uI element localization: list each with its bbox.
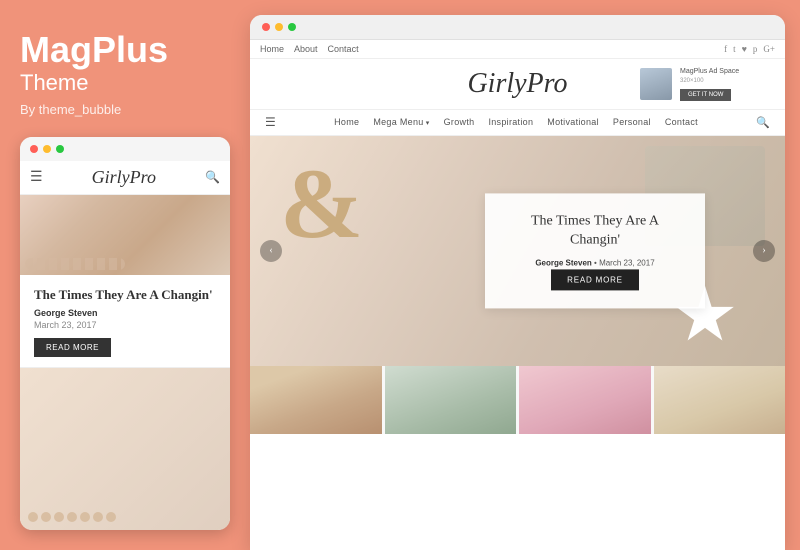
pinterest-icon[interactable]: p: [753, 44, 758, 54]
desktop-search-icon[interactable]: 🔍: [756, 116, 770, 129]
browser-top-bar: [250, 15, 785, 40]
main-nav-home[interactable]: Home: [334, 117, 359, 127]
desktop-top-nav: Home About Contact f t ♥ p G+: [250, 40, 785, 59]
thumbnail-1-image: [250, 366, 382, 434]
mobile-search-icon[interactable]: 🔍: [205, 170, 220, 185]
thumbnail-3-image: [519, 366, 651, 434]
browser-dot-red: [262, 23, 270, 31]
main-nav-contact[interactable]: Contact: [665, 117, 698, 127]
brand-type: Theme: [20, 70, 225, 96]
get-it-now-button[interactable]: GET IT NOW: [680, 89, 731, 101]
mobile-article-card: The Times They Are A Changin' George Ste…: [20, 275, 230, 369]
browser-dot-yellow: [275, 23, 283, 31]
desktop-header: GirlyPro MagPlus Ad Space 320×100 GET IT…: [250, 59, 785, 110]
mobile-article-title: The Times They Are A Changin': [34, 287, 216, 304]
bead-4: [67, 512, 77, 522]
top-nav-contact[interactable]: Contact: [328, 44, 359, 54]
main-nav-motivational[interactable]: Motivational: [547, 117, 599, 127]
top-nav-about[interactable]: About: [294, 44, 318, 54]
ad-thumbnail: [640, 68, 672, 100]
left-panel: MagPlus Theme By theme_bubble ☰ GirlyPro…: [0, 0, 245, 550]
mobile-read-more-button[interactable]: READ MORE: [34, 338, 111, 357]
bead-2: [41, 512, 51, 522]
mobile-article-author: George Steven: [34, 308, 216, 318]
dot-green-icon: [56, 145, 64, 153]
ad-size: 320×100: [680, 78, 704, 84]
bead-1: [28, 512, 38, 522]
ad-label: MagPlus Ad Space 320×100: [680, 67, 739, 86]
facebook-icon[interactable]: f: [724, 44, 727, 54]
mobile-beads-bottom: [28, 512, 116, 522]
mobile-nav-bar: ☰ GirlyPro 🔍: [20, 161, 230, 195]
hero-next-arrow[interactable]: ›: [753, 240, 775, 262]
instagram-icon[interactable]: ♥: [742, 44, 747, 54]
top-nav-home[interactable]: Home: [260, 44, 284, 54]
ad-thumbnail-image: [640, 68, 672, 100]
mobile-bottom-image: [20, 368, 230, 530]
desktop-main-nav: ☰ Home Mega Menu Growth Inspiration Moti…: [250, 110, 785, 136]
bead-5: [80, 512, 90, 522]
main-nav-mega-menu[interactable]: Mega Menu: [373, 117, 429, 127]
desktop-ad-box: MagPlus Ad Space 320×100 GET IT NOW: [640, 67, 770, 101]
mobile-hero-image: [20, 195, 230, 275]
thumbnail-row: [250, 366, 785, 434]
thumbnail-4-image: [654, 366, 786, 434]
mobile-top-bar: [20, 137, 230, 161]
main-nav-personal[interactable]: Personal: [613, 117, 651, 127]
hero-ampersand-decoration: &: [280, 146, 363, 261]
hamburger-icon[interactable]: ☰: [265, 115, 276, 130]
mobile-article-date: March 23, 2017: [34, 320, 216, 330]
brand-name: MagPlus: [20, 30, 225, 70]
thumbnail-4[interactable]: [654, 366, 786, 434]
twitter-icon[interactable]: t: [733, 44, 736, 54]
bead-7: [106, 512, 116, 522]
browser-dot-green: [288, 23, 296, 31]
brand-by: By theme_bubble: [20, 102, 225, 117]
desktop-logo: GirlyPro: [395, 68, 640, 100]
hero-read-more-button[interactable]: READ MORE: [551, 269, 639, 290]
desktop-browser-mockup: Home About Contact f t ♥ p G+ GirlyPro M…: [250, 15, 785, 550]
dot-red-icon: [30, 145, 38, 153]
main-nav-inspiration[interactable]: Inspiration: [488, 117, 533, 127]
hero-article-title: The Times They Are A Changin': [507, 211, 683, 250]
mobile-mockup: ☰ GirlyPro 🔍 The Times They Are A Changi…: [20, 137, 230, 530]
main-nav-links: Home Mega Menu Growth Inspiration Motiva…: [334, 117, 698, 127]
desktop-top-nav-links: Home About Contact: [260, 44, 359, 54]
thumbnail-1[interactable]: [250, 366, 382, 434]
mobile-hero-beads: [25, 258, 125, 270]
thumbnail-2-image: [385, 366, 517, 434]
hero-article-author: George Steven • March 23, 2017: [507, 258, 683, 267]
bead-3: [54, 512, 64, 522]
hero-prev-arrow[interactable]: ‹: [260, 240, 282, 262]
main-nav-growth[interactable]: Growth: [444, 117, 475, 127]
mobile-logo: GirlyPro: [92, 167, 156, 188]
desktop-hero: & The Times They Are A Changin' George S…: [250, 136, 785, 366]
ad-text-area: MagPlus Ad Space 320×100 GET IT NOW: [680, 67, 739, 101]
social-icons: f t ♥ p G+: [724, 44, 775, 54]
dot-yellow-icon: [43, 145, 51, 153]
mobile-hamburger-icon[interactable]: ☰: [30, 169, 43, 186]
googleplus-icon[interactable]: G+: [763, 44, 775, 54]
bead-6: [93, 512, 103, 522]
thumbnail-3[interactable]: [519, 366, 651, 434]
thumbnail-2[interactable]: [385, 366, 517, 434]
hero-article-overlay: The Times They Are A Changin' George Ste…: [485, 193, 705, 308]
